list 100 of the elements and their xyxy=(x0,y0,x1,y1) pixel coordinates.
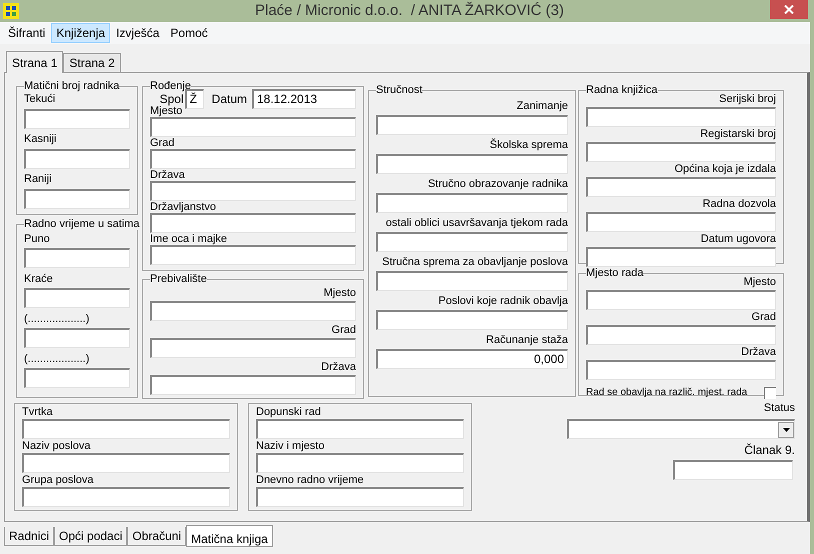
input-field[interactable] xyxy=(24,368,130,388)
field-label: Datum xyxy=(212,91,247,108)
close-icon xyxy=(784,5,794,14)
field-label: Kasniji xyxy=(24,132,56,146)
input-field[interactable] xyxy=(24,189,130,209)
field-label: Država xyxy=(741,346,776,359)
field-label: (...................) xyxy=(24,312,90,326)
input-field[interactable] xyxy=(586,107,776,127)
field-label: Grad xyxy=(150,137,174,149)
field-label: Stručno obrazovanje radnika xyxy=(428,177,568,191)
menu-item[interactable]: Izvješća xyxy=(111,23,164,43)
field-label: Članak 9. xyxy=(744,443,795,457)
window-title: Plaće / Micronic d.o.o. / ANITA ŽARKOVIĆ (3) xyxy=(254,0,565,21)
tab[interactable]: Strana 2 xyxy=(63,53,121,72)
menu-item[interactable]: Pomoć xyxy=(165,23,213,43)
input-field[interactable] xyxy=(24,149,130,169)
field-label: Dnevno radno vrijeme xyxy=(256,474,364,487)
input-field[interactable] xyxy=(586,325,776,345)
field-label: Serijski broj xyxy=(719,93,776,106)
checkbox[interactable] xyxy=(764,386,776,398)
input-field[interactable] xyxy=(376,271,568,291)
input-field[interactable] xyxy=(586,142,776,162)
input-field[interactable] xyxy=(22,487,230,507)
input-field[interactable] xyxy=(24,328,130,348)
group-title: Mjesto rada xyxy=(586,267,644,279)
input-field[interactable] xyxy=(376,310,568,330)
group-title: Stručnost xyxy=(376,84,422,96)
tab[interactable]: Matična knjiga xyxy=(186,525,273,547)
input-field[interactable] xyxy=(376,115,568,135)
input-field[interactable] xyxy=(22,453,230,473)
input-field[interactable] xyxy=(22,419,230,439)
tab[interactable]: Radnici xyxy=(4,527,54,546)
tab[interactable]: Opći podaci xyxy=(54,527,128,546)
field-label: Stručna sprema za obavljanje poslova xyxy=(382,255,568,269)
group-title: Matični broj radnika xyxy=(24,80,120,92)
input-field[interactable]: 18.12.2013 xyxy=(252,89,356,109)
field-label: Mjesto xyxy=(150,105,182,117)
input-field[interactable] xyxy=(150,245,356,265)
input-field[interactable] xyxy=(673,460,793,480)
checkbox-label: Rad se obavlja na različ. mjest. rada xyxy=(586,386,748,400)
input-field[interactable] xyxy=(150,149,356,169)
field-label: Računanje staža xyxy=(486,333,568,347)
field-label: Grupa poslova xyxy=(22,474,94,487)
input-field[interactable] xyxy=(376,154,568,174)
tab[interactable]: Obračuni xyxy=(127,527,186,546)
field-label: Status xyxy=(764,401,795,415)
group-title: Radna knjižica xyxy=(586,84,658,96)
field-label: Puno xyxy=(24,232,50,246)
status-dropdown[interactable] xyxy=(567,419,795,439)
field-label: ostali oblici usavršavanja tjekom rada xyxy=(386,216,568,230)
input-field[interactable] xyxy=(376,232,568,252)
field-label: Ime oca i majke xyxy=(150,233,228,245)
field-label: Tvrtka xyxy=(22,406,53,419)
input-field[interactable] xyxy=(256,419,464,439)
input-field[interactable] xyxy=(24,109,130,129)
field-label: Naziv i mjesto xyxy=(256,440,324,453)
field-label: Mjesto xyxy=(744,276,776,289)
field-label: Država xyxy=(150,169,185,181)
field-label: Poslovi koje radnik obavlja xyxy=(438,294,568,308)
caret-icon xyxy=(782,428,790,432)
input-field[interactable] xyxy=(150,117,356,137)
menu-item[interactable]: Knjiženja xyxy=(51,23,110,43)
field-label: Općina koja je izdala xyxy=(674,163,776,176)
field-label: Zanimanje xyxy=(516,99,568,113)
input-field[interactable] xyxy=(586,290,776,310)
field-label: Grad xyxy=(332,323,356,337)
field-label: Raniji xyxy=(24,172,52,186)
input-field[interactable]: 0,000 xyxy=(376,349,568,369)
input-field[interactable] xyxy=(150,301,356,321)
close-button[interactable] xyxy=(770,0,808,19)
menu-item[interactable]: Šifranti xyxy=(3,23,50,43)
group-title: Rođenje xyxy=(150,80,191,92)
tab[interactable]: Strana 1 xyxy=(6,51,64,73)
field-label: (...................) xyxy=(24,352,90,366)
field-label: Kraće xyxy=(24,272,53,286)
input-field[interactable] xyxy=(586,212,776,232)
field-label: Registarski broj xyxy=(700,128,776,141)
field-label: Grad xyxy=(752,311,776,324)
app-icon xyxy=(3,3,19,19)
input-field[interactable] xyxy=(24,248,130,268)
group-title: Prebivalište xyxy=(150,273,207,285)
field-label: Dopunski rad xyxy=(256,406,321,419)
field-label: Radna dozvola xyxy=(702,198,776,211)
field-label: Država xyxy=(321,360,356,374)
field-label: Spol xyxy=(160,92,184,106)
input-field[interactable] xyxy=(150,375,356,395)
input-field[interactable] xyxy=(586,177,776,197)
input-field[interactable] xyxy=(150,338,356,358)
field-label: Državljanstvo xyxy=(150,201,216,213)
input-field[interactable] xyxy=(24,288,130,308)
input-field[interactable] xyxy=(256,453,464,473)
input-field[interactable] xyxy=(150,213,356,233)
input-field[interactable] xyxy=(586,360,776,380)
input-field[interactable]: Ž xyxy=(184,89,204,109)
input-field[interactable] xyxy=(256,487,464,507)
input-field[interactable] xyxy=(586,247,776,267)
input-field[interactable] xyxy=(150,181,356,201)
group-title: Radno vrijeme u satima xyxy=(24,218,140,230)
field-label: Naziv poslova xyxy=(22,440,90,453)
input-field[interactable] xyxy=(376,193,568,213)
